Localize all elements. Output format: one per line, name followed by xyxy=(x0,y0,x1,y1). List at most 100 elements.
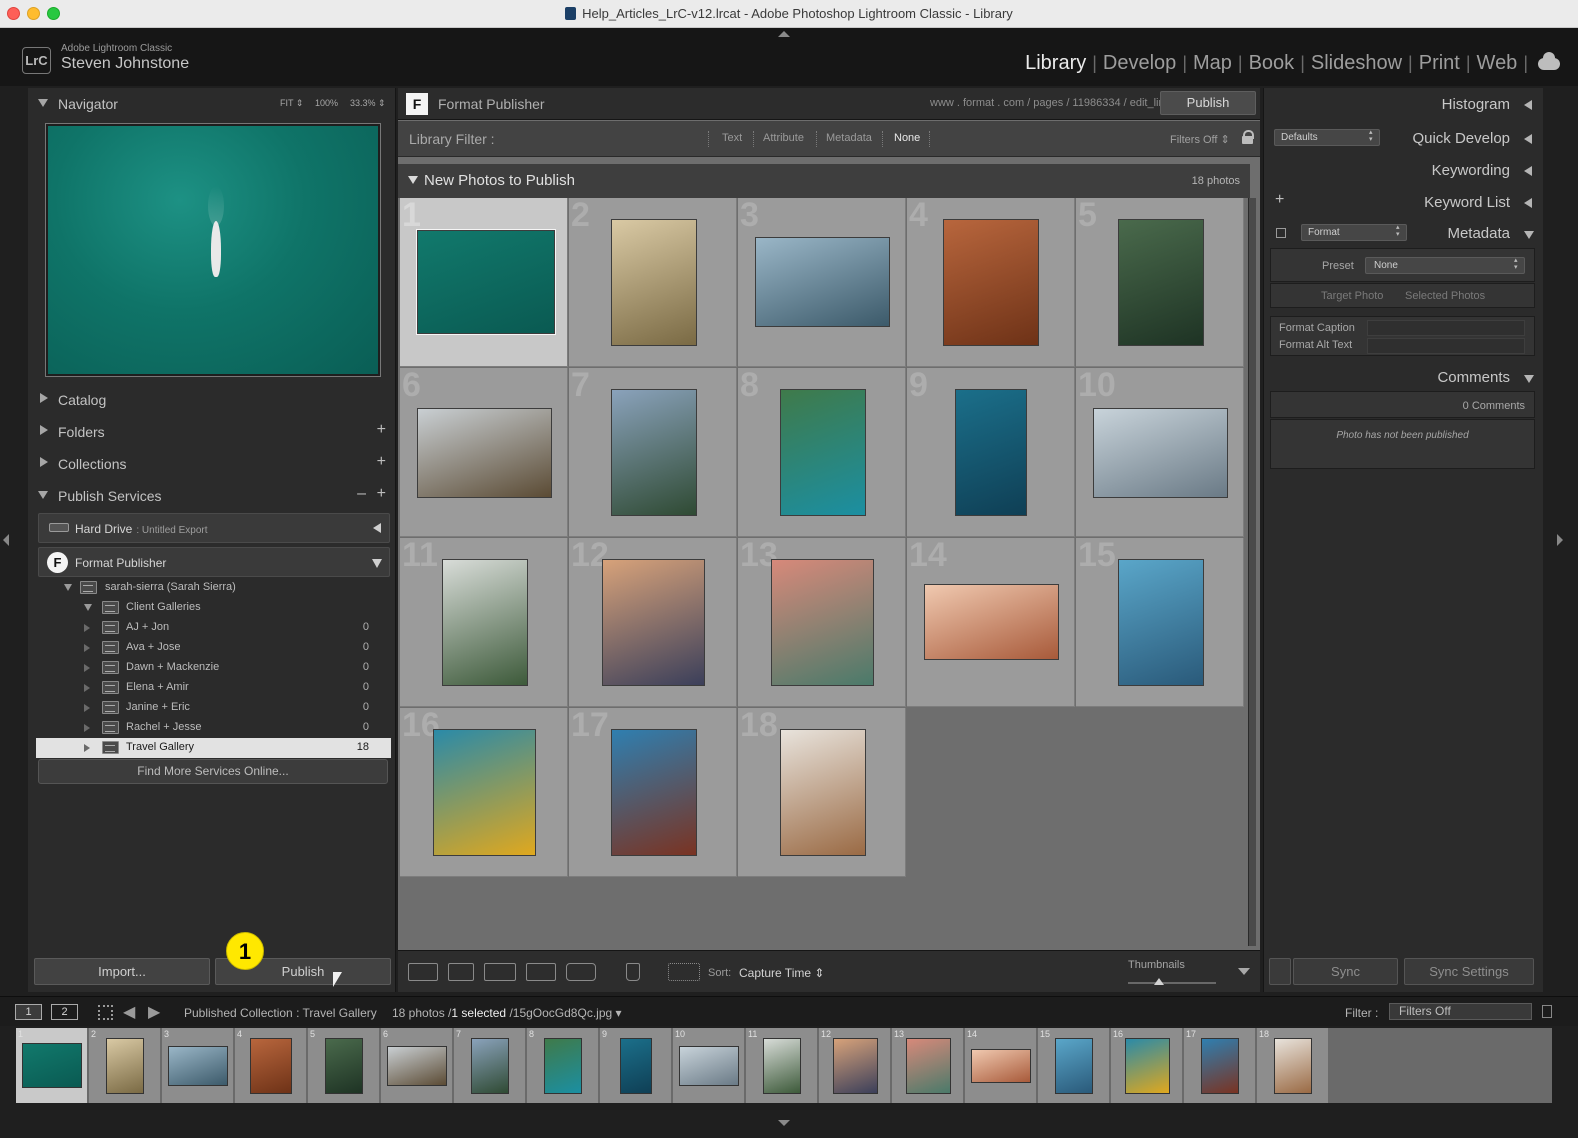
metadata-set-select[interactable]: Format xyxy=(1301,224,1407,241)
module-book[interactable]: Book xyxy=(1243,52,1301,75)
photo-cell[interactable]: 12 xyxy=(569,536,737,707)
photo-cell[interactable]: 18 xyxy=(738,706,906,877)
photo-cell[interactable]: 6 xyxy=(400,366,568,537)
catalog-panel-header[interactable]: Catalog xyxy=(28,386,396,414)
folders-panel-header[interactable]: Folders + xyxy=(28,418,396,446)
cloud-sync-icon[interactable] xyxy=(1538,51,1560,70)
photo-cell[interactable]: 4 xyxy=(907,196,1075,367)
keywording-header[interactable]: Keywording xyxy=(1264,156,1544,184)
filmstrip-thumbnail[interactable]: 7 xyxy=(454,1028,526,1103)
filmstrip-thumbnail[interactable]: 13 xyxy=(892,1028,964,1103)
filmstrip-thumbnail[interactable]: 16 xyxy=(1111,1028,1183,1103)
filmstrip-thumbnail[interactable]: 5 xyxy=(308,1028,380,1103)
add-folder-icon[interactable]: + xyxy=(377,421,386,439)
back-arrow-icon[interactable]: ◀ xyxy=(123,1002,135,1022)
filmstrip-thumbnail[interactable]: 11 xyxy=(746,1028,818,1103)
filmstrip-thumbnail[interactable]: 6 xyxy=(381,1028,453,1103)
grid-icon[interactable] xyxy=(98,1005,113,1020)
collection-row[interactable]: AJ + Jon 0 xyxy=(36,618,391,638)
filter-none[interactable]: None xyxy=(894,132,920,144)
photo-thumbnail[interactable] xyxy=(602,559,705,686)
photo-cell[interactable]: 11 xyxy=(400,536,568,707)
photo-thumbnail[interactable] xyxy=(955,389,1027,516)
selected-photos-toggle[interactable]: Selected Photos xyxy=(1405,290,1485,302)
disclosure-icon[interactable] xyxy=(84,704,90,712)
hard-drive-service[interactable]: Hard Drive: Untitled Export xyxy=(38,513,390,543)
filmstrip-thumbnail[interactable]: 17 xyxy=(1184,1028,1256,1103)
top-panel-toggle-icon[interactable] xyxy=(778,31,790,37)
filmstrip-thumbnail[interactable]: 12 xyxy=(819,1028,891,1103)
photo-cell[interactable]: 13 xyxy=(738,536,906,707)
survey-view-icon[interactable] xyxy=(526,963,556,981)
filmstrip-thumbnail[interactable]: 4 xyxy=(235,1028,307,1103)
photo-thumbnail[interactable] xyxy=(755,237,890,327)
filter-lock-icon[interactable] xyxy=(1542,1005,1552,1018)
compare-view-icon[interactable] xyxy=(484,963,516,981)
format-alt-text-field[interactable] xyxy=(1367,338,1525,354)
filmstrip-thumbnail[interactable]: 10 xyxy=(673,1028,745,1103)
zoom-fit[interactable]: FIT ⇕ xyxy=(280,98,303,109)
metadata-preset-select[interactable]: None xyxy=(1365,257,1525,274)
photo-cell[interactable]: 17 xyxy=(569,706,737,877)
photo-thumbnail[interactable] xyxy=(1093,408,1228,498)
filter-attribute[interactable]: Attribute xyxy=(763,132,804,144)
slider-knob[interactable] xyxy=(1154,978,1164,985)
left-panel-toggle-icon[interactable] xyxy=(3,534,9,546)
painter-icon[interactable] xyxy=(626,963,640,981)
disclosure-icon[interactable] xyxy=(84,744,90,752)
secondary-window-button[interactable]: 2 xyxy=(51,1004,78,1020)
add-collection-icon[interactable]: + xyxy=(377,453,386,471)
main-window-button[interactable]: 1 xyxy=(15,1004,42,1020)
photo-cell[interactable]: 8 xyxy=(738,366,906,537)
navigator-header[interactable]: Navigator FIT ⇕ 100% 33.3% ⇕ xyxy=(28,90,396,118)
photo-cell[interactable]: 15 xyxy=(1076,536,1244,707)
expand-left-icon[interactable] xyxy=(373,523,381,533)
filmstrip-thumbnail[interactable]: 1 xyxy=(16,1028,88,1103)
add-keyword-icon[interactable]: + xyxy=(1275,191,1284,209)
add-service-icon[interactable]: + xyxy=(377,485,386,503)
collection-row[interactable]: Dawn + Mackenzie 0 xyxy=(36,658,391,678)
collapse-triangle-icon[interactable] xyxy=(408,176,418,184)
remove-service-icon[interactable]: – xyxy=(357,485,366,503)
target-photo-toggle[interactable]: Target Photo xyxy=(1321,290,1383,302)
comments-header[interactable]: Comments xyxy=(1264,363,1544,391)
people-view-icon[interactable] xyxy=(566,963,596,981)
photo-thumbnail[interactable] xyxy=(924,584,1059,660)
photo-cell[interactable]: 5 xyxy=(1076,196,1244,367)
photo-thumbnail[interactable] xyxy=(780,389,866,516)
photo-thumbnail[interactable] xyxy=(442,559,528,686)
filmstrip-source[interactable]: Published Collection : Travel Gallery xyxy=(184,1006,377,1020)
disclosure-icon[interactable] xyxy=(84,644,90,652)
module-web[interactable]: Web xyxy=(1471,52,1524,75)
module-slideshow[interactable]: Slideshow xyxy=(1305,52,1408,75)
module-print[interactable]: Print xyxy=(1413,52,1466,75)
sort-direction-icon[interactable] xyxy=(668,963,700,981)
filmstrip-status[interactable]: 18 photos /1 selected /15gOocGd8Qc.jpg ▾ xyxy=(392,1006,622,1020)
collection-row-travel-gallery[interactable]: Travel Gallery 18 xyxy=(36,738,391,758)
account-row[interactable]: sarah-sierra (Sarah Sierra) xyxy=(36,578,391,598)
loupe-view-icon[interactable] xyxy=(448,963,474,981)
filmstrip-thumbnail[interactable]: 8 xyxy=(527,1028,599,1103)
zoom-100[interactable]: 100% xyxy=(315,98,338,108)
collection-row[interactable]: Ava + Jose 0 xyxy=(36,638,391,658)
grid-view-icon[interactable] xyxy=(408,963,438,981)
collections-panel-header[interactable]: Collections + xyxy=(28,450,396,478)
format-publisher-service[interactable]: F Format Publisher xyxy=(38,547,390,577)
forward-arrow-icon[interactable]: ▶ xyxy=(148,1002,160,1022)
photo-thumbnail[interactable] xyxy=(611,389,697,516)
quick-develop-preset-select[interactable]: Defaults xyxy=(1274,129,1380,146)
filmstrip-thumbnail[interactable]: 9 xyxy=(600,1028,672,1103)
format-caption-field[interactable] xyxy=(1367,320,1525,336)
sync-settings-button[interactable]: Sync Settings xyxy=(1404,958,1534,985)
disclosure-icon[interactable] xyxy=(64,584,72,591)
filmstrip-thumbnail[interactable]: 2 xyxy=(89,1028,161,1103)
module-library[interactable]: Library xyxy=(1019,52,1092,75)
photo-thumbnail[interactable] xyxy=(416,229,556,335)
keyword-list-header[interactable]: + Keyword List xyxy=(1264,188,1544,216)
sync-button[interactable]: Sync xyxy=(1293,958,1398,985)
photo-cell[interactable]: 9 xyxy=(907,366,1075,537)
photo-thumbnail[interactable] xyxy=(771,559,874,686)
client-galleries-row[interactable]: Client Galleries xyxy=(36,598,391,618)
find-more-services-button[interactable]: Find More Services Online... xyxy=(38,759,388,784)
disclosure-icon[interactable] xyxy=(84,664,90,672)
